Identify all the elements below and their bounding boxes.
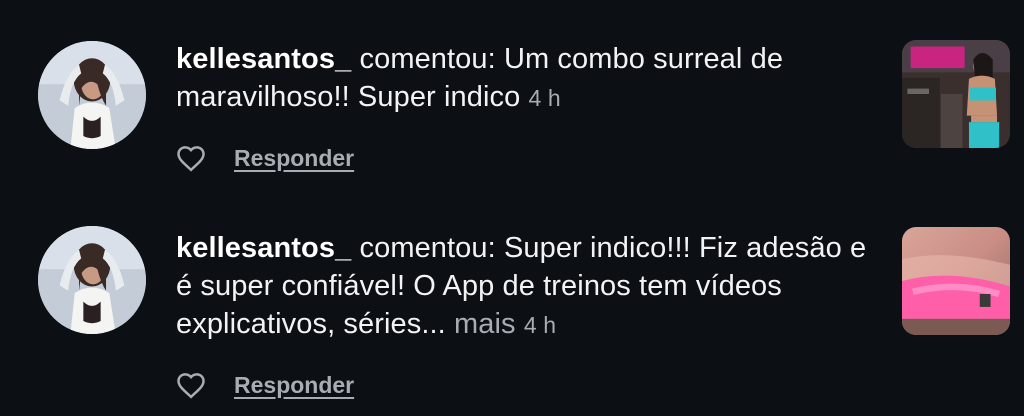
timestamp: 4 h	[523, 312, 557, 338]
notification-actions: Responder	[176, 368, 354, 402]
heart-icon[interactable]	[176, 144, 206, 172]
post-thumbnail[interactable]	[902, 40, 1010, 148]
post-thumbnail[interactable]	[902, 227, 1010, 335]
notification-item[interactable]: kellesantos_ comentou: Super indico!!! F…	[0, 205, 1024, 416]
notification-actions: Responder	[176, 141, 354, 175]
thumbnail-image	[902, 227, 1010, 335]
avatar-photo	[38, 41, 146, 149]
reply-button[interactable]: Responder	[234, 145, 354, 172]
more-link[interactable]: mais	[454, 308, 516, 340]
thumbnail-image	[902, 40, 1010, 148]
username-link[interactable]: kellesantos_	[176, 43, 351, 75]
user-avatar[interactable]	[38, 226, 146, 334]
avatar-photo	[38, 226, 146, 334]
notification-item[interactable]: kellesantos_ comentou: Um combo surreal …	[0, 0, 1024, 200]
notification-text[interactable]: kellesantos_ comentou: Um combo surreal …	[176, 40, 876, 117]
timestamp: 4 h	[528, 85, 561, 111]
heart-icon[interactable]	[176, 371, 206, 399]
username-link[interactable]: kellesantos_	[176, 232, 351, 264]
reply-button[interactable]: Responder	[234, 372, 354, 399]
user-avatar[interactable]	[38, 41, 146, 149]
notification-text[interactable]: kellesantos_ comentou: Super indico!!! F…	[176, 229, 876, 344]
